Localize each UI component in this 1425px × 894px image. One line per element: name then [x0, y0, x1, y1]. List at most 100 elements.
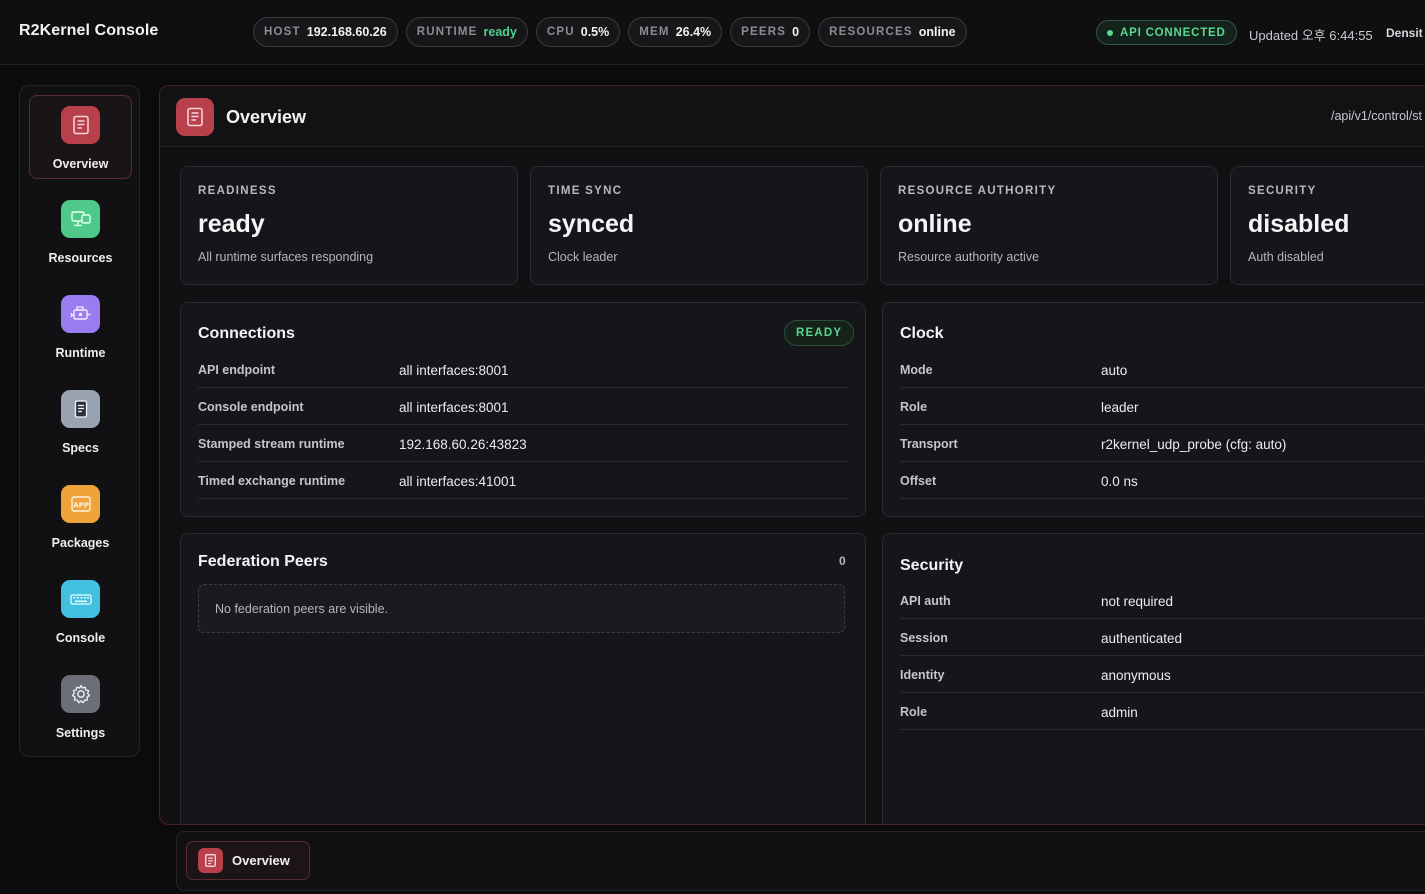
stat-label: READINESS	[198, 185, 277, 197]
dock-tab-label: Overview	[232, 853, 290, 868]
app-title: R2Kernel Console	[19, 22, 159, 39]
row-value: all interfaces:41001	[399, 474, 517, 489]
engine-icon	[61, 295, 100, 333]
page-title: Overview	[226, 107, 307, 127]
sidebar-item-label: Specs	[62, 441, 99, 455]
row-key: Mode	[900, 363, 933, 377]
app-package-icon: APP	[61, 485, 100, 523]
status-dot-icon	[1107, 29, 1113, 36]
row-key: Role	[900, 705, 928, 719]
main-panel: Overview /api/v1/control/st READINESS re…	[159, 85, 1425, 825]
row-key: API endpoint	[198, 363, 276, 377]
dock-tab-overview[interactable]: Overview	[186, 841, 310, 880]
resources-pill: RESOURCES online	[818, 17, 967, 47]
pill-key: RESOURCES	[829, 26, 913, 38]
row-key: Offset	[900, 474, 937, 488]
pill-value: ready	[483, 25, 517, 39]
sidebar-item-label: Overview	[52, 157, 109, 171]
row-value: leader	[1101, 400, 1139, 415]
row-value: all interfaces:8001	[399, 400, 509, 415]
sidebar-item-settings[interactable]: Settings	[29, 665, 132, 749]
pill-key: RUNTIME	[416, 26, 478, 38]
table-row: API endpoint all interfaces:8001	[198, 351, 849, 388]
sidebar-item-specs[interactable]: Specs	[29, 380, 132, 464]
svg-text:APP: APP	[73, 502, 89, 510]
sidebar-item-label: Console	[55, 631, 106, 645]
sidebar: Overview Resources Runtime Specs APP Pac…	[19, 85, 140, 757]
stat-value: synced	[548, 210, 635, 238]
stat-value: disabled	[1248, 210, 1350, 238]
spec-sheet-icon	[61, 390, 100, 428]
sidebar-item-runtime[interactable]: Runtime	[29, 285, 132, 369]
sidebar-item-label: Resources	[48, 251, 113, 265]
stat-subtext: Resource authority active	[898, 250, 1040, 264]
status-pills: HOST 192.168.60.26 RUNTIME ready CPU 0.5…	[253, 17, 967, 47]
keyboard-icon	[61, 580, 100, 618]
stat-card-resource-authority: RESOURCE AUTHORITY online Resource autho…	[880, 166, 1218, 285]
stat-card-security: SECURITY disabled Auth disabled	[1230, 166, 1425, 285]
sidebar-item-label: Settings	[55, 726, 106, 740]
sidebar-item-resources[interactable]: Resources	[29, 190, 132, 274]
row-value: not required	[1101, 594, 1174, 609]
updated-timestamp: Updated 오후 6:44:55	[1249, 28, 1373, 43]
card-title: Connections	[198, 325, 295, 342]
stat-value: online	[898, 210, 972, 238]
table-row: Transport r2kernel_udp_probe (cfg: auto)	[900, 425, 1425, 462]
api-status-label: API CONNECTED	[1120, 26, 1226, 39]
pill-value: online	[918, 25, 956, 39]
pill-key: CPU	[546, 26, 575, 38]
stat-value: ready	[198, 210, 265, 238]
row-key: Role	[900, 400, 928, 414]
bottom-dock: Overview	[176, 831, 1425, 891]
row-value: auto	[1101, 363, 1128, 378]
table-row: Session authenticated	[900, 619, 1425, 656]
pill-key: MEM	[639, 26, 670, 38]
density-toggle[interactable]: Densit	[1386, 26, 1423, 40]
document-icon	[61, 106, 100, 144]
runtime-pill: RUNTIME ready	[405, 17, 528, 47]
main-header: Overview /api/v1/control/st	[160, 86, 1425, 147]
row-value: admin	[1101, 705, 1138, 720]
row-key: API auth	[900, 594, 951, 608]
api-path: /api/v1/control/st	[1331, 109, 1423, 123]
row-value: all interfaces:8001	[399, 363, 509, 378]
empty-state: No federation peers are visible.	[198, 584, 845, 633]
card-title: Security	[900, 557, 964, 574]
stat-card-time-sync: TIME SYNC synced Clock leader	[530, 166, 868, 285]
table-row: Offset 0.0 ns	[900, 462, 1425, 499]
table-row: Role admin	[900, 693, 1425, 730]
top-bar: R2Kernel Console HOST 192.168.60.26 RUNT…	[0, 0, 1425, 65]
peers-pill: PEERS 0	[730, 17, 811, 47]
clock-card: Clock Mode auto Role leader Transport r2…	[882, 302, 1425, 517]
host-pill: HOST 192.168.60.26	[253, 17, 398, 47]
mem-pill: MEM 26.4%	[628, 17, 723, 47]
stat-label: TIME SYNC	[548, 185, 623, 197]
table-row: Timed exchange runtime all interfaces:41…	[198, 462, 849, 499]
security-card: Security API auth not required Session a…	[882, 533, 1425, 824]
table-row: Stamped stream runtime 192.168.60.26:438…	[198, 425, 849, 462]
sidebar-item-console[interactable]: Console	[29, 570, 132, 654]
row-key: Identity	[900, 668, 945, 682]
gear-icon	[61, 675, 100, 713]
document-icon	[198, 848, 223, 873]
stat-label: SECURITY	[1248, 185, 1317, 197]
status-badge: READY	[784, 320, 855, 346]
table-row: Console endpoint all interfaces:8001	[198, 388, 849, 425]
pill-value: 192.168.60.26	[306, 25, 387, 39]
stat-subtext: All runtime surfaces responding	[198, 250, 374, 264]
sidebar-item-overview[interactable]: Overview	[29, 95, 132, 179]
pill-key: PEERS	[741, 26, 787, 38]
pill-value: 0.5%	[580, 25, 610, 39]
pill-value: 26.4%	[675, 25, 712, 39]
cpu-pill: CPU 0.5%	[535, 17, 621, 47]
row-key: Transport	[900, 437, 958, 451]
table-row: API auth not required	[900, 582, 1425, 619]
row-value: 0.0 ns	[1101, 474, 1138, 489]
card-title: Clock	[900, 325, 944, 342]
stat-subtext: Clock leader	[548, 250, 618, 264]
card-title: Federation Peers	[198, 553, 328, 570]
table-row: Identity anonymous	[900, 656, 1425, 693]
sidebar-item-label: Packages	[51, 536, 110, 550]
row-value: anonymous	[1101, 668, 1171, 683]
sidebar-item-packages[interactable]: APP Packages	[29, 475, 132, 559]
